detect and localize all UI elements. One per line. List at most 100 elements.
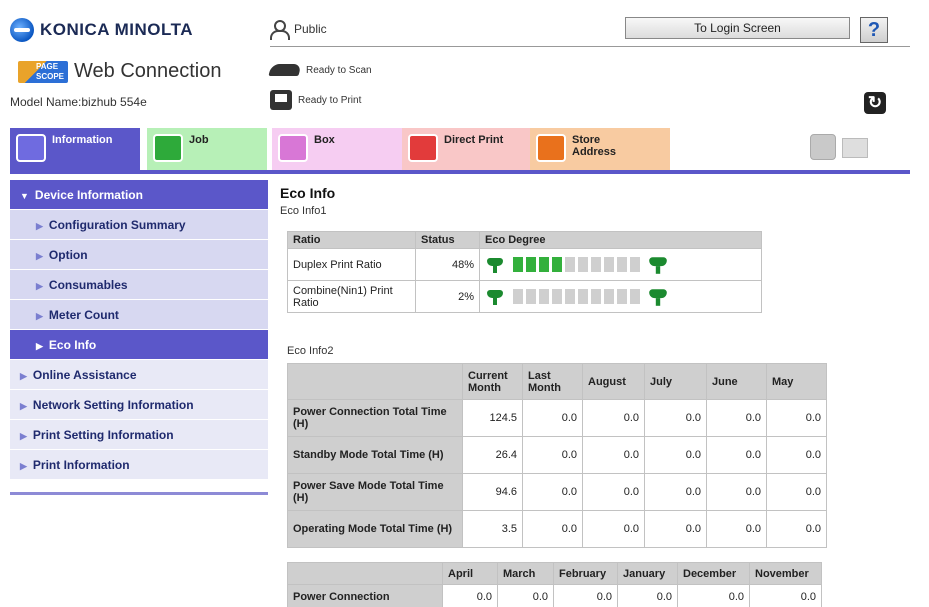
printer-icon (270, 90, 292, 110)
value-cell: 0.0 (582, 473, 645, 511)
arrow-icon: ▶ (36, 221, 43, 231)
row-header: Power Connection (287, 584, 443, 607)
column-header: Ratio (287, 231, 416, 249)
login-screen-button[interactable]: To Login Screen (625, 17, 850, 39)
table-header-row: Ratio Status Eco Degree (287, 231, 762, 249)
tab-store-address[interactable]: Store Address (530, 128, 670, 170)
value-cell: 0.0 (766, 473, 827, 511)
user-label: Public (294, 22, 327, 36)
print-status: Ready to Print (270, 90, 361, 110)
eco-info1-table: Ratio Status Eco Degree Duplex Print Rat… (287, 231, 762, 313)
information-icon (16, 134, 46, 162)
product-logo: PAGE SCOPE Web Connection (18, 60, 222, 83)
sidebar-item-label: Print Information (32, 458, 130, 472)
eco-degree-segment (526, 289, 536, 304)
eco-degree-segment (552, 257, 562, 272)
main-tabs: Information Job Box Direct Print Store A… (10, 128, 910, 174)
column-header: January (617, 562, 678, 585)
value-cell: 0.0 (442, 584, 498, 607)
column-header: August (582, 363, 645, 400)
column-header: February (553, 562, 618, 585)
scanner-icon (268, 64, 302, 76)
help-button[interactable]: ? (860, 17, 888, 43)
plug-icon (647, 287, 669, 307)
plug-icon (485, 288, 505, 306)
sidebar-item-print-information[interactable]: ▶ Print Information (10, 450, 268, 480)
column-header: November (749, 562, 822, 585)
eco-degree-segment (604, 289, 614, 304)
value-cell: 26.4 (462, 436, 523, 474)
direct-print-icon (408, 134, 438, 162)
eco-info2-table: Current Month Last Month August July Jun… (287, 363, 827, 548)
table-row: Power Connection Total Time (H) 124.5 0.… (287, 399, 827, 437)
tab-label: Store Address (572, 134, 617, 158)
sidebar-item-meter-count[interactable]: ▶ Meter Count (10, 300, 268, 330)
sidebar-item-configuration-summary[interactable]: ▶ Configuration Summary (10, 210, 268, 240)
table-row: Power Save Mode Total Time (H) 94.6 0.0 … (287, 473, 827, 511)
eco-degree-segment (604, 257, 614, 272)
sidebar: ▼ Device Information ▶ Configuration Summa… (10, 180, 268, 492)
sidebar-item-eco-info[interactable]: ▶ Eco Info (10, 330, 268, 360)
sidebar-item-network-setting-information[interactable]: ▶ Network Setting Information (10, 390, 268, 420)
eco-degree-segment (617, 257, 627, 272)
table-header-row: April March February January December No… (287, 562, 822, 585)
row-header: Standby Mode Total Time (H) (287, 436, 463, 474)
sidebar-item-online-assistance[interactable]: ▶ Online Assistance (10, 360, 268, 390)
refresh-button[interactable]: ↻ (864, 92, 886, 114)
sidebar-item-label: Online Assistance (32, 368, 137, 382)
sidebar-item-label: Configuration Summary (48, 218, 186, 232)
plug-icon (647, 255, 669, 275)
table-row: Power Connection 0.0 0.0 0.0 0.0 0.0 0.0 (287, 584, 822, 607)
row-header: Power Connection Total Time (H) (287, 399, 463, 437)
eco-degree-segment (630, 289, 640, 304)
ratio-status: 2% (415, 280, 480, 313)
value-cell: 94.6 (462, 473, 523, 511)
value-cell: 0.0 (582, 510, 645, 548)
sidebar-item-option[interactable]: ▶ Option (10, 240, 268, 270)
job-icon (153, 134, 183, 162)
value-cell: 0.0 (522, 399, 583, 437)
column-header: Eco Degree (479, 231, 762, 249)
value-cell: 0.0 (644, 436, 707, 474)
brand-name: KONICA MINOLTA (40, 20, 194, 39)
column-header: June (706, 363, 767, 400)
sidebar-item-label: Meter Count (48, 308, 119, 322)
eco-degree-segment (591, 257, 601, 272)
tab-box[interactable]: Box (272, 128, 402, 170)
fax-icon[interactable] (842, 138, 868, 158)
eco-degree-cell (479, 248, 762, 281)
tab-information[interactable]: Information (10, 128, 140, 170)
value-cell: 0.0 (497, 584, 554, 607)
value-cell: 0.0 (522, 510, 583, 548)
sidebar-item-label: Option (48, 248, 88, 262)
sidebar-item-label: Consumables (48, 278, 128, 292)
eco-info3-table: April March February January December No… (287, 562, 822, 607)
column-header (287, 363, 463, 400)
eco-degree-segment (565, 289, 575, 304)
column-header: December (677, 562, 750, 585)
value-cell: 0.0 (766, 510, 827, 548)
eco-degree-segment (539, 257, 549, 272)
sidebar-item-print-setting-information[interactable]: ▶ Print Setting Information (10, 420, 268, 450)
table-row: Combine(Nin1) Print Ratio 2% (287, 280, 762, 313)
eco-degree-segment (513, 257, 523, 272)
eco-info2-label: Eco Info2 (287, 345, 334, 357)
konica-minolta-logo-icon (10, 18, 34, 42)
value-cell: 0.0 (706, 436, 767, 474)
value-cell: 3.5 (462, 510, 523, 548)
user-indicator: Public (270, 20, 327, 40)
tab-direct-print[interactable]: Direct Print (402, 128, 530, 170)
tab-label: Job (189, 134, 209, 146)
value-cell: 0.0 (553, 584, 618, 607)
eco-degree-segment (565, 257, 575, 272)
sidebar-item-label: Print Setting Information (32, 428, 174, 442)
custom-app-icon[interactable] (810, 134, 836, 160)
tab-label: Direct Print (444, 134, 504, 146)
pagescope-logo-icon: PAGE SCOPE (18, 60, 68, 83)
sidebar-item-device-information[interactable]: ▼ Device Information (10, 180, 268, 210)
scan-status-text: Ready to Scan (306, 64, 372, 76)
sidebar-item-consumables[interactable]: ▶ Consumables (10, 270, 268, 300)
print-status-text: Ready to Print (298, 94, 362, 106)
tab-job[interactable]: Job (147, 128, 267, 170)
value-cell: 0.0 (677, 584, 750, 607)
